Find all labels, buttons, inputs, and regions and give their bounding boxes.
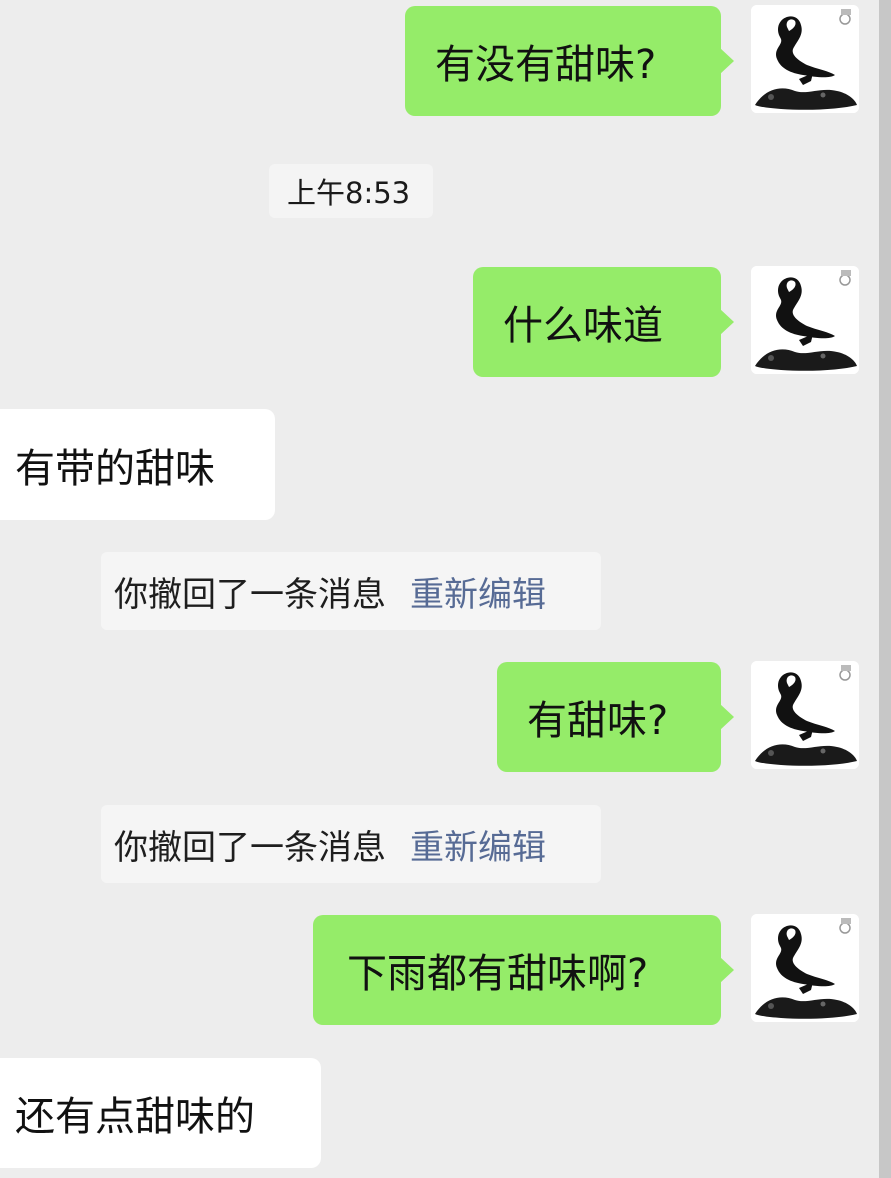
message-timestamp: 上午8:53: [269, 164, 433, 218]
recall-text: 你撤回了一条消息: [114, 574, 386, 615]
scrollbar[interactable]: [879, 0, 891, 1178]
message-text: 有没有甜味?: [435, 42, 657, 88]
incoming-message-bubble[interactable]: 还有点甜味的: [0, 1058, 321, 1168]
recall-notice: 你撤回了一条消息 重新编辑: [101, 805, 601, 883]
outgoing-message-bubble[interactable]: 有甜味?: [497, 662, 734, 772]
outgoing-message-bubble[interactable]: 有没有甜味?: [405, 6, 734, 116]
message-text: 有甜味?: [527, 698, 669, 744]
outgoing-message-bubble[interactable]: 什么味道: [473, 267, 734, 377]
message-text: 什么味道: [503, 303, 663, 349]
recall-text: 你撤回了一条消息: [114, 827, 386, 868]
message-text: 下雨都有甜味啊?: [347, 951, 649, 997]
re-edit-link[interactable]: 重新编辑: [410, 820, 546, 869]
user-avatar-icon[interactable]: [751, 661, 859, 769]
timestamp-text: 上午8:53: [287, 176, 411, 210]
message-text: 还有点甜味的: [15, 1094, 255, 1140]
user-avatar-icon[interactable]: [751, 5, 859, 113]
re-edit-link[interactable]: 重新编辑: [410, 567, 546, 616]
user-avatar-icon[interactable]: [751, 914, 859, 1022]
outgoing-message-bubble[interactable]: 下雨都有甜味啊?: [313, 915, 734, 1025]
incoming-message-bubble[interactable]: 有带的甜味: [0, 409, 275, 520]
recall-notice: 你撤回了一条消息 重新编辑: [101, 552, 601, 630]
message-text: 有带的甜味: [15, 445, 215, 492]
user-avatar-icon[interactable]: [751, 266, 859, 374]
